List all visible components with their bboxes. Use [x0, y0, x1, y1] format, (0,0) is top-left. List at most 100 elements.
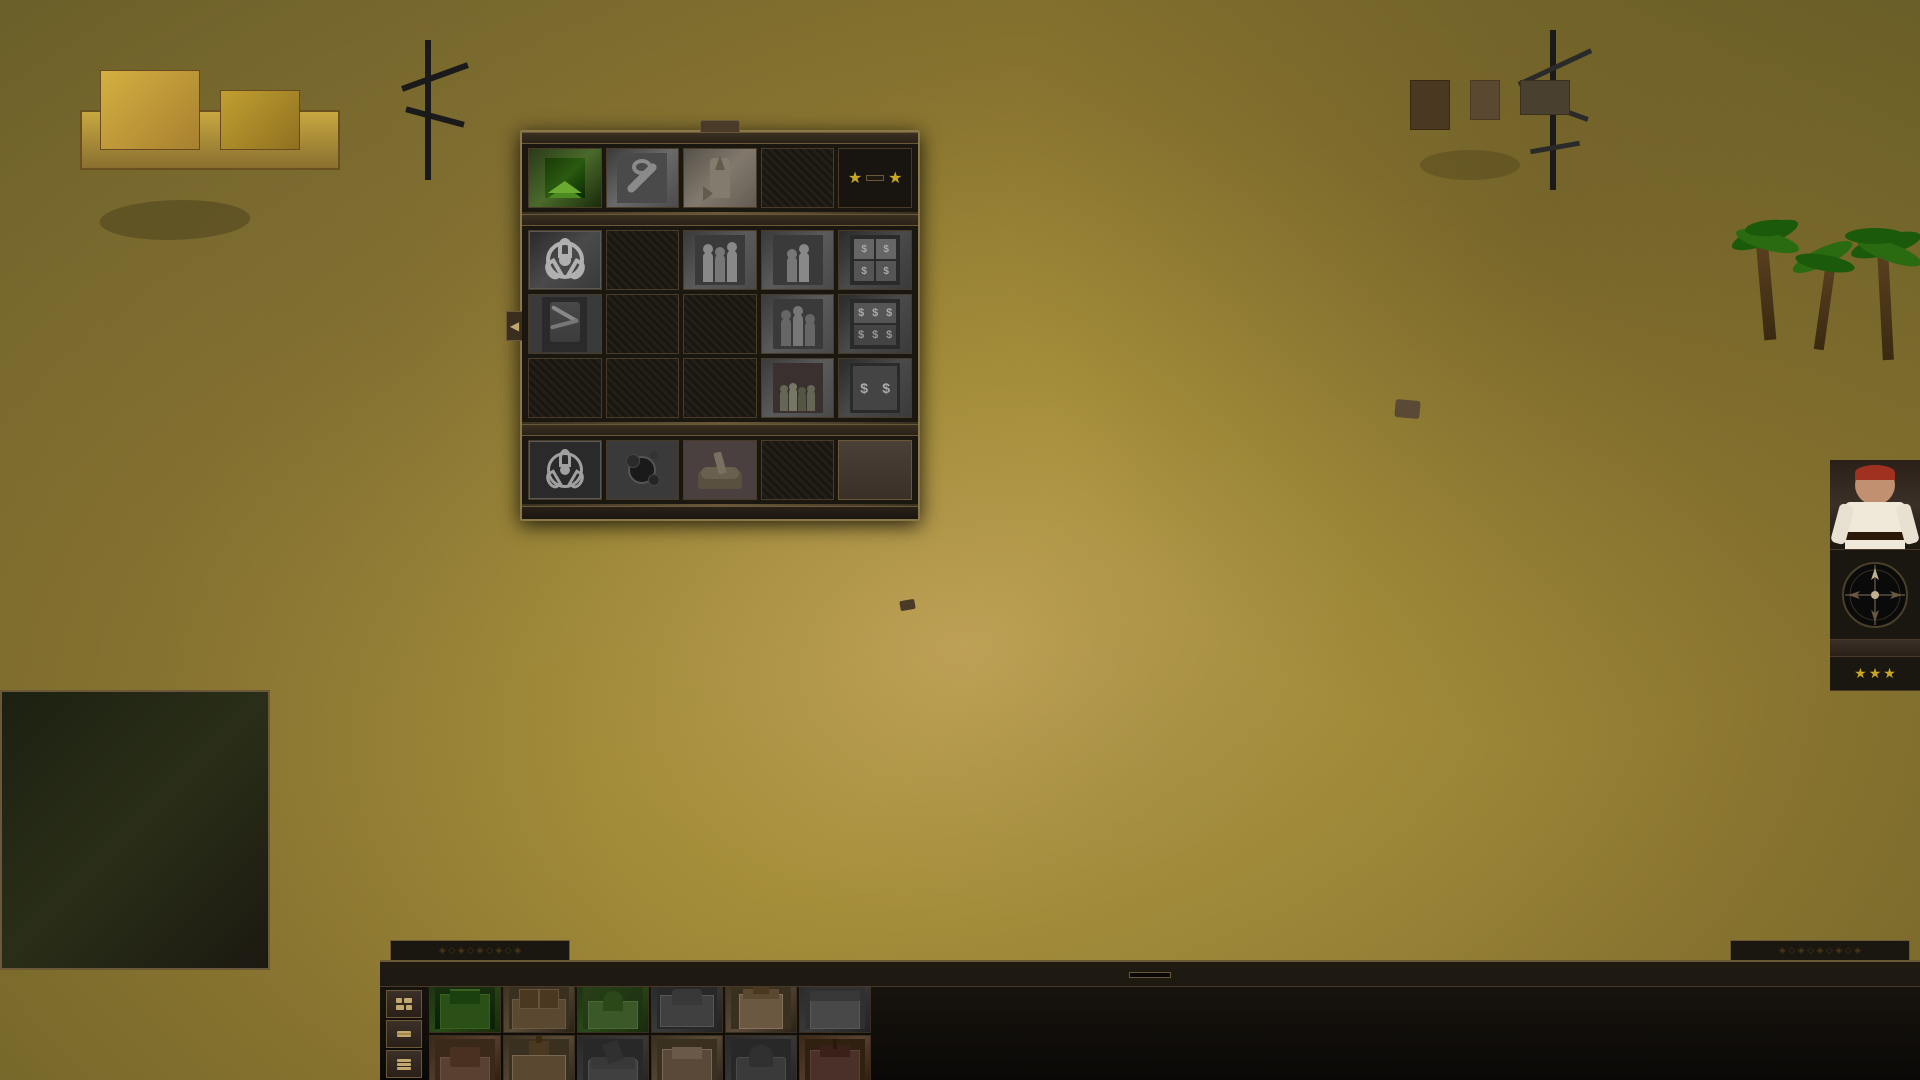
- missile-item[interactable]: [683, 148, 757, 208]
- rank-item[interactable]: [528, 148, 602, 208]
- star-3: ★: [1883, 665, 1896, 682]
- biohazard-5star-item[interactable]: [528, 440, 602, 500]
- rank-icon: [529, 149, 601, 207]
- section1-row: ★ ★: [522, 144, 918, 212]
- unit-cell-1[interactable]: [429, 987, 501, 1033]
- empty-3s-r2c3: [683, 294, 757, 354]
- star-2: ★: [1869, 665, 1882, 682]
- biohazard-5star-icon: [529, 441, 601, 499]
- star-left: ★: [848, 168, 862, 188]
- right-dropdown-button[interactable]: [1830, 640, 1920, 657]
- unit-icon-1: [430, 987, 500, 1032]
- people-item-1[interactable]: [683, 230, 757, 290]
- people-icon-1: [684, 231, 756, 289]
- people-item-4[interactable]: [761, 358, 835, 418]
- unit-icon-7: [430, 1036, 500, 1080]
- section3-row: [522, 436, 918, 504]
- ground-obj-3: [1394, 399, 1420, 419]
- unit-cell-7[interactable]: [429, 1035, 501, 1080]
- resize-icon: [395, 1027, 413, 1041]
- grid-row-3: $$: [528, 358, 912, 418]
- biohazard-icon: [529, 231, 601, 289]
- money-item-2[interactable]: $$$ $$$: [838, 294, 912, 354]
- unit-cell-9[interactable]: [577, 1035, 649, 1080]
- empty-3s-r3c2: [606, 358, 680, 418]
- hud-btn-3[interactable]: [386, 1050, 422, 1078]
- unit-cell-2[interactable]: [503, 987, 575, 1033]
- unit-icon-3: [578, 987, 648, 1032]
- wrench-icon: [607, 149, 679, 207]
- unit-cell-3[interactable]: [577, 987, 649, 1033]
- unit-icon-12: [800, 1036, 870, 1080]
- section2-grid: $ $ $ $: [522, 226, 918, 422]
- dropdown-button[interactable]: [838, 440, 912, 500]
- cannon-5star-item[interactable]: [683, 440, 757, 500]
- money-display: [1129, 972, 1171, 978]
- dialog-tab: [700, 120, 740, 132]
- money-icon-3: $$: [839, 359, 911, 417]
- hud-money-bar: [380, 962, 1920, 987]
- people-item-2[interactable]: [761, 230, 835, 290]
- list-icon: [395, 1057, 413, 1071]
- upgrade-dialog: ◀: [520, 130, 920, 521]
- empty-3s-r2c2: [606, 294, 680, 354]
- money-item-3[interactable]: $$: [838, 358, 912, 418]
- hud-bar: ◈ ◇ ◈ ◇ ◈ ◇ ◈ ◇ ◈ ◈ ◇ ◈ ◇ ◈ ◇ ◈ ◇ ◈: [380, 960, 1920, 1080]
- section3-header: [522, 424, 918, 436]
- biohazard-item[interactable]: [528, 230, 602, 290]
- structure-topleft: [80, 40, 340, 170]
- crater-item[interactable]: [606, 440, 680, 500]
- right-panel: ★ ★ ★: [1830, 460, 1920, 691]
- dialog-collapse-arrow[interactable]: ◀: [506, 311, 522, 341]
- hud-btn-1[interactable]: [386, 990, 422, 1018]
- hud-ornament-left: ◈ ◇ ◈ ◇ ◈ ◇ ◈ ◇ ◈: [439, 945, 521, 956]
- unit-cell-4[interactable]: [651, 987, 723, 1033]
- unit-cell-8[interactable]: [503, 1035, 575, 1080]
- money-item-1[interactable]: $ $ $ $: [838, 230, 912, 290]
- unit-icon-9: [578, 1036, 648, 1080]
- people-icon-2: [762, 231, 834, 289]
- compass[interactable]: [1830, 550, 1920, 640]
- structures-topright: [1410, 80, 1570, 130]
- unit-cell-10[interactable]: [651, 1035, 723, 1080]
- unit-icon-6: [800, 987, 870, 1032]
- people-icon-3: [762, 295, 834, 353]
- star-number: [866, 175, 884, 181]
- grid-row-1: $ $ $ $: [528, 230, 912, 290]
- star-counter: ★ ★: [838, 148, 912, 208]
- empty-3s-r1c2: [606, 230, 680, 290]
- section1-header: [522, 132, 918, 144]
- xray-item[interactable]: [528, 294, 602, 354]
- star-right: ★: [888, 168, 902, 188]
- star-1: ★: [1854, 665, 1867, 682]
- unit-cell-5[interactable]: [725, 987, 797, 1033]
- derrick-topleft: [390, 20, 480, 180]
- unit-icon-11: [726, 1036, 796, 1080]
- empty-slot-1: [761, 148, 835, 208]
- money-icon-2: $$$ $$$: [839, 295, 911, 353]
- empty-3s-r3c3: [683, 358, 757, 418]
- unit-icon-10: [652, 1036, 722, 1080]
- unit-cell-6[interactable]: [799, 987, 871, 1033]
- dialog-footer: [522, 506, 918, 519]
- hud-units-row: [380, 987, 1920, 1080]
- money-icon-1: $ $ $ $: [839, 231, 911, 289]
- unit-icon-4: [652, 987, 722, 1032]
- section2-header: [522, 214, 918, 226]
- ground-shadow2: [1420, 150, 1520, 180]
- compass-icon: [1840, 560, 1910, 630]
- hud-sidebar-buttons: [386, 990, 422, 1078]
- hud-btn-2[interactable]: [386, 1020, 422, 1048]
- hud-ornament-right: ◈ ◇ ◈ ◇ ◈ ◇ ◈ ◇ ◈: [1779, 945, 1861, 956]
- unit-icon-5: [726, 987, 796, 1032]
- grid-icon: [395, 997, 413, 1011]
- unit-icon-2: [504, 987, 574, 1032]
- people-icon-4: [762, 359, 834, 417]
- unit-cell-11[interactable]: [725, 1035, 797, 1080]
- unit-cell-12[interactable]: [799, 1035, 871, 1080]
- missile-icon: [684, 149, 756, 207]
- grid-row-2: $$$ $$$: [528, 294, 912, 354]
- unit-icon-8: [504, 1036, 574, 1080]
- people-item-3[interactable]: [761, 294, 835, 354]
- repair-item[interactable]: [606, 148, 680, 208]
